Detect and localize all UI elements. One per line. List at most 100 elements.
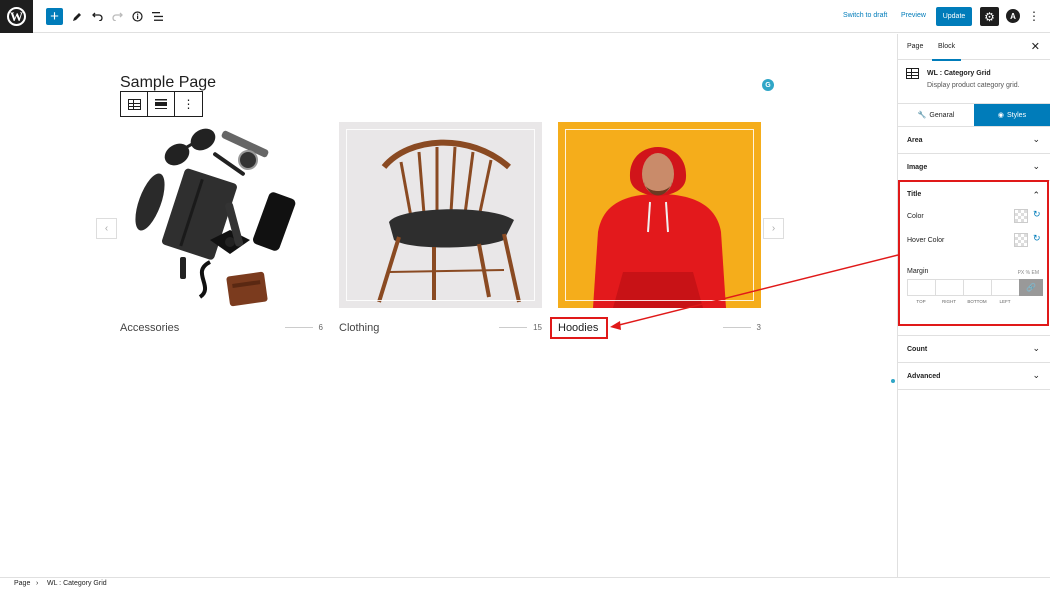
editor-canvas: Sample Page ⋮ G ‹ › Accessories 6 Clothi… [0, 34, 897, 577]
count-divider [499, 327, 528, 328]
image-frame [565, 129, 754, 301]
panel-image-title: Image [907, 164, 928, 171]
grammarly-icon[interactable]: G [762, 79, 774, 91]
category-image-hoodies[interactable] [558, 122, 761, 308]
panel-area[interactable]: Area ⌄ [898, 127, 1050, 154]
color-swatch[interactable] [1014, 209, 1028, 223]
block-type-button[interactable] [121, 92, 148, 116]
panel-image[interactable]: Image ⌄ [898, 154, 1050, 181]
align-button[interactable] [148, 92, 175, 116]
carousel-prev-button[interactable]: ‹ [96, 218, 117, 239]
tab-styles-label: Styles [1007, 111, 1027, 119]
category-title[interactable]: Clothing [339, 322, 379, 334]
color-label: Color [907, 213, 924, 220]
chevron-down-icon: ⌄ [1032, 343, 1040, 353]
wordpress-logo-glyph: W [7, 7, 26, 26]
wrench-icon: 🔧 [917, 112, 927, 119]
tab-general-label: Genaral [929, 111, 955, 119]
switch-to-draft-button[interactable]: Switch to draft [843, 12, 887, 19]
image-frame [346, 129, 535, 301]
category-count-value: 3 [756, 323, 761, 332]
panel-title: Title ⌃ Color ↻ Hover Color ↻ Margin PX … [898, 181, 1050, 336]
list-view-icon[interactable] [150, 8, 164, 25]
link-icon[interactable]: 🔗 [1019, 279, 1043, 296]
margin-bottom-input[interactable] [963, 279, 991, 296]
hover-color-label: Hover Color [907, 237, 945, 244]
wordpress-logo-icon[interactable]: W [0, 0, 33, 33]
chevron-up-icon: ⌃ [1032, 190, 1040, 200]
style-tabs: 🔧 Genaral ◉ Styles [898, 104, 1050, 127]
carousel-next-button[interactable]: › [763, 218, 784, 239]
category-count: 3 [722, 323, 761, 332]
margin-top-input[interactable] [907, 279, 935, 296]
settings-sidebar: Page Block ✕ WL : Category Grid Display … [897, 34, 1050, 577]
breadcrumb-block[interactable]: WL : Category Grid [47, 580, 107, 587]
block-options-button[interactable]: ⋮ [175, 92, 202, 116]
category-card[interactable]: Hoodies 3 [558, 122, 761, 334]
margin-left-input[interactable] [991, 279, 1019, 296]
tab-general[interactable]: 🔧 Genaral [898, 104, 974, 126]
page-title[interactable]: Sample Page [120, 74, 216, 92]
undo-icon[interactable] [90, 8, 104, 25]
panel-advanced[interactable]: Advanced ⌄ [898, 363, 1050, 390]
update-button[interactable]: Update [936, 7, 972, 26]
unit-selector[interactable]: PX % EM [1018, 270, 1039, 276]
pencil-icon[interactable] [70, 8, 84, 25]
add-block-button[interactable]: + [46, 8, 63, 25]
breadcrumb-page[interactable]: Page [14, 580, 30, 587]
margin-top-label: TOP [916, 299, 926, 304]
category-count: 15 [499, 323, 542, 332]
margin-side-labels: TOP RIGHT BOTTOM LEFT [907, 299, 1043, 304]
category-title[interactable]: Accessories [120, 322, 179, 334]
info-icon[interactable] [130, 8, 144, 25]
sidebar-tabs: Page Block ✕ [898, 34, 1050, 61]
margin-left-label: LEFT [999, 299, 1011, 304]
reset-icon[interactable]: ↻ [1033, 209, 1041, 220]
chevron-down-icon: ⌄ [1032, 134, 1040, 144]
panel-title-header[interactable]: Title ⌃ [898, 181, 1050, 208]
chevron-down-icon: ⌄ [1032, 370, 1040, 380]
breadcrumb-separator: › [36, 580, 39, 587]
count-divider [284, 327, 313, 328]
category-image-accessories[interactable] [120, 122, 323, 308]
category-image-clothing[interactable] [339, 122, 542, 308]
block-toolbar: ⋮ [120, 91, 203, 117]
category-card[interactable]: Clothing 15 [339, 122, 542, 334]
category-count: 6 [284, 323, 323, 332]
block-card: WL : Category Grid Display product categ… [898, 60, 1050, 104]
panel-title-title: Title [907, 191, 922, 198]
astra-icon[interactable]: A [1006, 9, 1020, 23]
block-name: WL : Category Grid [927, 70, 991, 77]
tab-block[interactable]: Block [931, 43, 962, 61]
chevron-down-icon: ⌄ [1032, 161, 1040, 171]
tab-page[interactable]: Page [907, 43, 923, 50]
hover-color-swatch[interactable] [1014, 233, 1028, 247]
panel-count[interactable]: Count ⌄ [898, 336, 1050, 363]
table-grid-icon [127, 98, 141, 110]
block-appender-dot [891, 379, 895, 383]
palette-icon: ◉ [997, 112, 1005, 119]
margin-bottom-label: BOTTOM [967, 299, 987, 304]
reset-icon[interactable]: ↻ [1033, 233, 1041, 244]
panel-count-title: Count [907, 346, 928, 353]
redo-icon[interactable] [110, 8, 124, 25]
close-icon[interactable]: ✕ [1031, 40, 1040, 53]
panel-area-title: Area [907, 137, 923, 144]
accessories-illustration [135, 128, 296, 307]
editor-topbar: W + Switch to draft Preview Update ⚙ A ⋮ [0, 0, 1050, 33]
preview-button[interactable]: Preview [901, 12, 926, 19]
margin-inputs: 🔗 [907, 279, 1043, 296]
block-description: Display product category grid. [927, 82, 1020, 89]
align-icon [155, 99, 167, 109]
tab-styles[interactable]: ◉ Styles [974, 104, 1050, 126]
margin-right-label: RIGHT [942, 299, 956, 304]
category-card[interactable]: Accessories 6 [120, 122, 323, 334]
gear-icon[interactable]: ⚙ [980, 7, 999, 26]
breadcrumb: Page › WL : Category Grid [0, 577, 1050, 590]
kebab-icon[interactable]: ⋮ [1028, 9, 1040, 23]
table-grid-icon [906, 68, 919, 79]
margin-right-input[interactable] [935, 279, 963, 296]
kebab-icon: ⋮ [182, 97, 195, 111]
category-count-value: 6 [318, 323, 323, 332]
count-divider [722, 327, 751, 328]
